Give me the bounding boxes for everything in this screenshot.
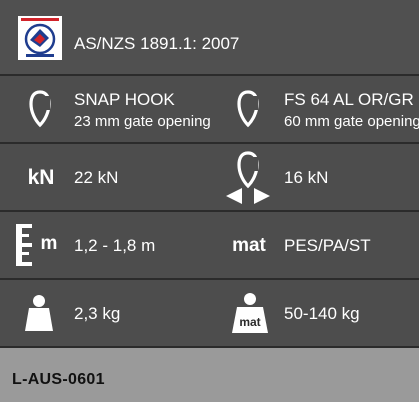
product-spec-panel: AS/NZS 1891.1: 2007 SNAP HOOK 23 mm gate… [0, 0, 419, 402]
user-weight-range: 50-140 kg [284, 304, 360, 323]
gate-strength: 16 kN [284, 168, 329, 187]
weight-row: 2,3 kg mat 50-140 kg [0, 280, 419, 346]
strength-row: kN 22 kN 16 kN [0, 144, 419, 210]
kn-unit-label: kN [27, 166, 55, 189]
material-unit-label: mat [232, 235, 266, 256]
length-material-row: m 1,2 - 1,8 m mat PES/PA/ST [0, 212, 419, 278]
australian-standard-logo-icon [18, 16, 62, 60]
standard-row: AS/NZS 1891.1: 2007 [0, 0, 419, 74]
product-code-row: L-AUS-0601 [0, 348, 419, 402]
carabiner-icon [28, 90, 52, 128]
material-value: PES/PA/ST [284, 236, 371, 255]
standard-text: AS/NZS 1891.1: 2007 [74, 34, 240, 53]
length-unit-label: m [40, 233, 58, 254]
weight-icon [24, 294, 54, 332]
product-code: L-AUS-0601 [12, 371, 105, 388]
gate-strength-icon [224, 150, 272, 204]
connector-left-title: SNAP HOOK [74, 90, 175, 109]
carabiner-icon [236, 90, 260, 128]
connectors-row: SNAP HOOK 23 mm gate opening FS 64 AL OR… [0, 76, 419, 142]
major-axis-strength: 22 kN [74, 168, 119, 187]
connector-right-subtitle: 60 mm gate opening [284, 113, 419, 130]
product-weight: 2,3 kg [74, 304, 121, 323]
connector-left-subtitle: 23 mm gate opening [74, 113, 211, 130]
user-weight-badge: mat [239, 315, 261, 329]
lanyard-length: 1,2 - 1,8 m [74, 236, 156, 255]
ruler-icon [14, 222, 38, 268]
connector-right-title: FS 64 AL OR/GR [284, 90, 414, 109]
